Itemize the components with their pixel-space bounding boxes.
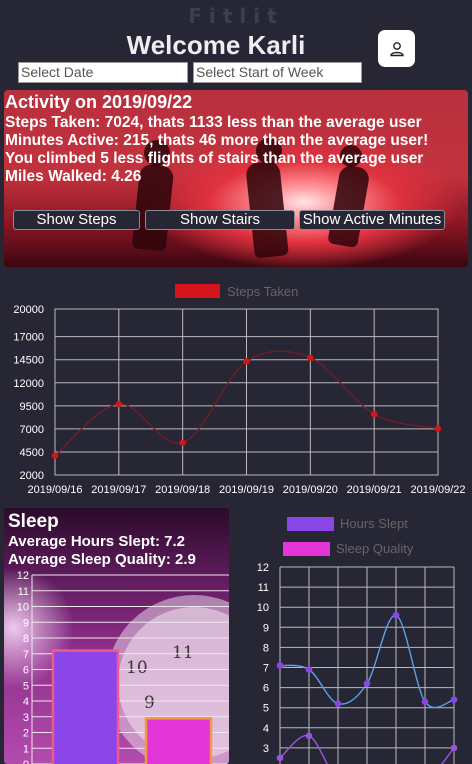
- y-tick-label: 5: [263, 703, 269, 715]
- user-icon: [389, 41, 404, 56]
- sleep-line-chart: Hours Slept Sleep Quality 3 4 5 6 7 8 9 10 11 12: [257, 516, 458, 764]
- welcome-heading: Welcome Karli: [126, 30, 306, 60]
- show-stairs-button[interactable]: Show Stairs: [145, 210, 295, 230]
- y-tick-label: 4500: [20, 447, 44, 459]
- y-tick-label: 12000: [13, 378, 44, 390]
- sleep-data-point: [450, 696, 458, 703]
- sleep-data-point: [305, 732, 313, 740]
- sleep-data-point: [421, 698, 429, 705]
- x-tick-label: 2019/09/22: [410, 484, 465, 496]
- y-tick-label: 1: [23, 743, 29, 755]
- y-tick-label: 0: [23, 759, 29, 764]
- y-tick-label: 4: [263, 723, 269, 735]
- y-tick-label: 6: [23, 665, 29, 677]
- y-tick-label: 10: [17, 602, 29, 614]
- legend-label-quality: Sleep Quality: [336, 541, 414, 556]
- runner-silhouette: [327, 164, 371, 248]
- steps-data-point: [307, 354, 314, 362]
- x-tick-label: 2019/09/21: [347, 484, 402, 496]
- x-tick-label: 2019/09/18: [155, 484, 210, 496]
- sleep-card: 11 9 10 Sleep Average Hours Slept: 7.2 A…: [4, 508, 229, 764]
- miles-summary: Miles Walked: 4.26: [5, 168, 142, 185]
- y-tick-label: 3: [263, 743, 269, 755]
- legend-swatch-quality: [283, 542, 330, 556]
- activity-title: Activity on 2019/09/22: [5, 92, 193, 112]
- sleep-data-point: [334, 700, 342, 707]
- steps-data-point: [370, 410, 378, 418]
- steps-data-point: [115, 400, 123, 408]
- sleep-data-point: [363, 680, 371, 687]
- y-tick-label: 9500: [20, 401, 44, 413]
- y-tick-label: 8: [23, 633, 29, 645]
- sleep-data-point: [276, 754, 284, 762]
- y-tick-label: 4: [23, 696, 29, 708]
- y-tick-label: 17000: [13, 332, 44, 344]
- activity-card: Activity on 2019/09/22 Steps Taken: 7024…: [4, 90, 468, 267]
- y-tick-label: 6: [263, 683, 269, 695]
- y-tick-label: 10: [257, 602, 269, 614]
- y-tick-label: 2: [23, 728, 29, 740]
- x-tick-label: 2019/09/19: [219, 484, 274, 496]
- legend-label-hours: Hours Slept: [340, 516, 408, 531]
- select-week-input[interactable]: Select Start of Week: [193, 62, 362, 83]
- y-tick-label: 7: [263, 663, 269, 675]
- y-tick-label: 5: [23, 680, 29, 692]
- legend-label-steps: Steps Taken: [227, 284, 298, 299]
- x-tick-label: 2019/09/16: [27, 484, 82, 496]
- y-tick-label: 7: [23, 649, 29, 661]
- legend-swatch-steps: [175, 284, 220, 298]
- y-tick-label: 14500: [13, 355, 44, 367]
- app-brand: Fitlit: [188, 4, 284, 28]
- steps-data-point: [243, 358, 250, 365]
- y-tick-label: 12: [17, 570, 29, 582]
- sleep-bar: [144, 717, 213, 764]
- y-tick-label: 7000: [20, 424, 44, 436]
- sleep-bar-chart: 0123456789101112: [17, 570, 229, 764]
- steps-summary: Steps Taken: 7024, thats 1133 less than …: [5, 114, 422, 131]
- legend-swatch-hours: [287, 517, 334, 531]
- user-profile-button[interactable]: [378, 30, 415, 67]
- steps-data-point: [434, 425, 442, 432]
- y-tick-label: 3: [23, 712, 29, 724]
- sleep-data-point: [305, 666, 313, 673]
- show-active-minutes-button[interactable]: Show Active Minutes: [299, 210, 445, 230]
- sleep-data-point: [450, 744, 458, 752]
- steps-data-point: [179, 439, 186, 446]
- stairs-summary: You climbed 5 less flights of stairs tha…: [5, 150, 424, 167]
- y-tick-label: 9: [263, 622, 269, 634]
- y-tick-label: 20000: [13, 304, 44, 316]
- y-tick-label: 2000: [20, 470, 44, 482]
- y-tick-label: 8: [263, 642, 269, 654]
- y-tick-label: 11: [258, 582, 269, 594]
- sleep-data-point: [392, 611, 400, 619]
- show-steps-button[interactable]: Show Steps: [13, 210, 140, 230]
- sleep-data-point: [276, 662, 284, 669]
- sleep-bar: [51, 649, 120, 764]
- y-tick-label: 12: [257, 562, 269, 574]
- steps-chart: Steps Taken 2000 4500 7000 9500 12000 14500 170…: [13, 284, 466, 496]
- minutes-summary: Minutes Active: 215, thats 46 more than …: [5, 132, 429, 149]
- x-tick-label: 2019/09/20: [283, 484, 338, 496]
- steps-data-point: [51, 452, 59, 459]
- y-tick-label: 9: [23, 617, 29, 629]
- y-tick-label: 11: [18, 586, 29, 598]
- x-tick-label: 2019/09/17: [91, 484, 146, 496]
- select-date-input[interactable]: Select Date: [18, 62, 188, 83]
